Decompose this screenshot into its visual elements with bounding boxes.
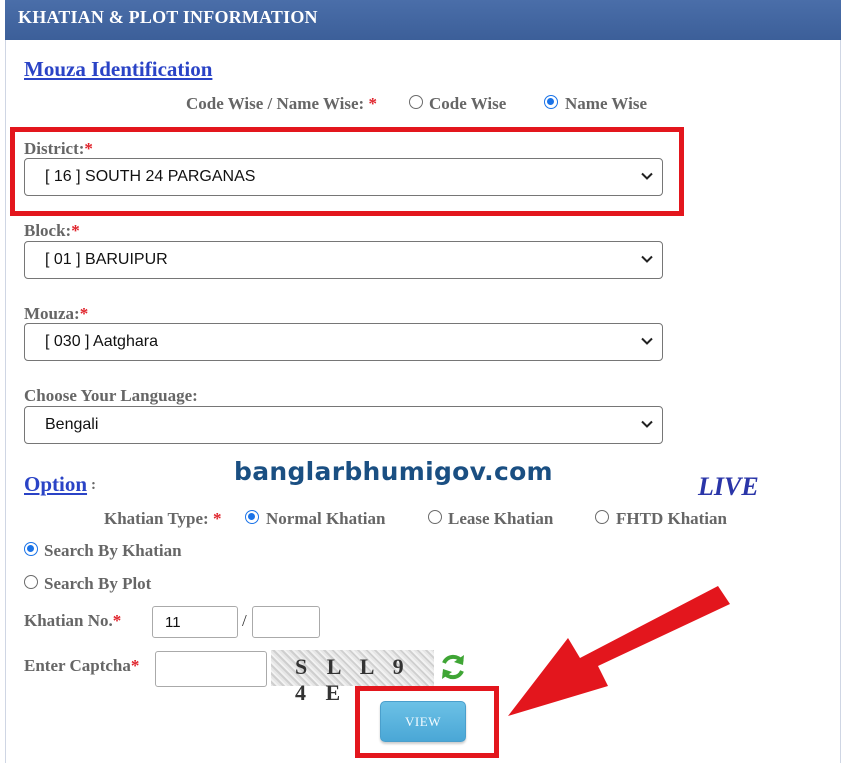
site-watermark: banglarbhumigov.com xyxy=(234,457,553,486)
lease-khatian-radio[interactable] xyxy=(428,510,442,524)
captcha-label: Enter Captcha* xyxy=(24,656,140,675)
language-select[interactable]: Bengali xyxy=(24,406,663,444)
name-wise-radio[interactable] xyxy=(544,95,558,109)
normal-khatian-radio[interactable] xyxy=(245,510,259,524)
chevron-down-icon xyxy=(641,420,653,428)
mouza-select[interactable]: [ 030 ] Aatghara xyxy=(24,323,663,361)
khatian-no-label: Khatian No.* xyxy=(24,611,122,630)
language-value: Bengali xyxy=(45,416,99,433)
red-arrow-icon xyxy=(508,586,730,716)
option-link[interactable]: Option xyxy=(24,472,87,497)
fhtd-khatian-radio[interactable] xyxy=(595,510,609,524)
search-by-plot-radio[interactable] xyxy=(24,575,38,589)
refresh-captcha-icon[interactable] xyxy=(438,651,468,683)
fhtd-khatian-label: FHTD Khatian xyxy=(616,509,727,528)
normal-khatian-label: Normal Khatian xyxy=(266,509,386,528)
district-highlight-box xyxy=(10,127,684,216)
chevron-down-icon xyxy=(641,337,653,345)
live-label: LIVE xyxy=(698,472,759,501)
khatian-no-suffix-input[interactable] xyxy=(252,606,320,638)
khatian-type-label: Khatian Type: * xyxy=(104,509,222,528)
chevron-down-icon xyxy=(641,255,653,263)
panel-header: KHATIAN & PLOT INFORMATION xyxy=(5,0,841,40)
block-select[interactable]: [ 01 ] BARUIPUR xyxy=(24,241,663,279)
captcha-image: S L L 9 4 E xyxy=(271,650,434,705)
name-wise-label: Name Wise xyxy=(565,94,648,113)
language-label: Choose Your Language: xyxy=(24,386,198,405)
block-label: Block:* xyxy=(24,221,80,240)
option-colon: : xyxy=(91,477,96,493)
lease-khatian-label: Lease Khatian xyxy=(448,509,554,528)
code-name-wise-label: Code Wise / Name Wise: * xyxy=(186,94,377,113)
mouza-identification-link[interactable]: Mouza Identification xyxy=(24,57,212,82)
search-by-khatian-radio[interactable] xyxy=(24,542,38,556)
block-value: [ 01 ] BARUIPUR xyxy=(45,251,168,268)
panel-title: KHATIAN & PLOT INFORMATION xyxy=(18,7,318,27)
view-highlight-box xyxy=(355,686,499,758)
mouza-value: [ 030 ] Aatghara xyxy=(45,333,158,350)
search-by-khatian-label: Search By Khatian xyxy=(44,541,182,560)
code-wise-radio[interactable] xyxy=(409,95,423,109)
khatian-separator: / xyxy=(242,611,247,630)
code-wise-label: Code Wise xyxy=(429,94,507,113)
khatian-no-input[interactable]: 11 xyxy=(152,606,238,638)
mouza-label: Mouza:* xyxy=(24,304,89,323)
search-by-plot-label: Search By Plot xyxy=(44,574,152,593)
captcha-input[interactable] xyxy=(155,651,267,687)
